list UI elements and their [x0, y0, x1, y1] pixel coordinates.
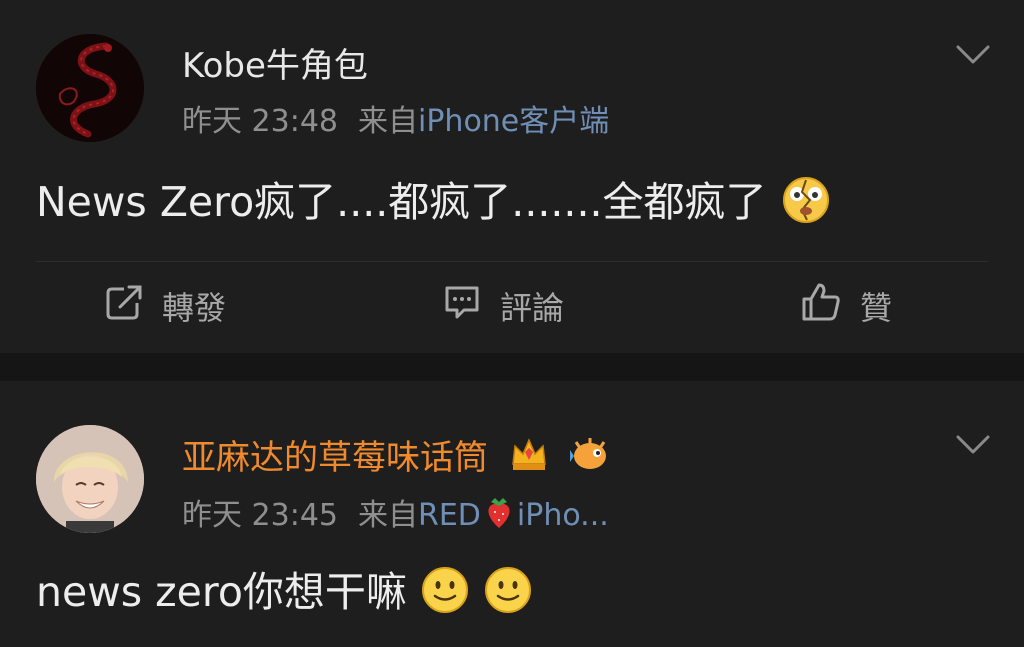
- comment-card: 亚麻达的草莓味话筒 昨天 23:45 来自RED iPho... news zero…: [0, 381, 1024, 647]
- comment-icon: [442, 282, 482, 330]
- avatar[interactable]: [36, 425, 144, 533]
- timestamp: 昨天 23:45: [182, 498, 338, 533]
- comment-label: 評論: [500, 289, 565, 327]
- pufferfish-badge-icon: [569, 436, 610, 483]
- source-prefix: 来自: [358, 498, 418, 533]
- crown-badge-icon: [509, 436, 549, 483]
- username[interactable]: Kobe牛角包: [182, 46, 368, 86]
- smile-emoji: [420, 565, 470, 625]
- post-meta: 昨天 23:45 来自RED iPho...: [182, 494, 609, 539]
- divider: [36, 261, 988, 262]
- avatar[interactable]: [36, 34, 144, 142]
- like-label: 贊: [860, 289, 893, 327]
- like-button[interactable]: 贊: [800, 282, 892, 330]
- comment-text: news zero你想干嘛: [36, 565, 533, 625]
- repost-label: 轉發: [162, 289, 227, 327]
- chevron-down-icon[interactable]: [956, 44, 990, 70]
- timestamp: 昨天 23:48: [182, 104, 338, 139]
- section-separator: [0, 353, 1024, 381]
- repost-button[interactable]: 轉發: [104, 282, 226, 330]
- post-meta: 昨天 23:48 来自iPhone客户端: [182, 104, 609, 140]
- comment-button[interactable]: 評論: [442, 282, 564, 330]
- thumbs-up-icon: [800, 281, 842, 331]
- comment-card: Kobe牛角包 昨天 23:48 来自iPhone客户端 News Zero疯了.…: [0, 0, 1024, 353]
- chevron-down-icon[interactable]: [956, 434, 990, 460]
- source-link[interactable]: iPhone客户端: [418, 104, 609, 139]
- repost-icon: [104, 282, 144, 330]
- source-link[interactable]: RED iPho...: [418, 498, 609, 533]
- source-prefix: 来自: [358, 104, 418, 139]
- smile-emoji: [483, 565, 533, 625]
- strawberry-icon: [481, 494, 517, 539]
- action-bar: 轉發 評論 贊: [0, 282, 1024, 330]
- username[interactable]: 亚麻达的草莓味话筒: [182, 436, 610, 483]
- broken-face-emoji: [780, 174, 832, 236]
- comment-text: News Zero疯了....都疯了.......全都疯了: [36, 174, 832, 236]
